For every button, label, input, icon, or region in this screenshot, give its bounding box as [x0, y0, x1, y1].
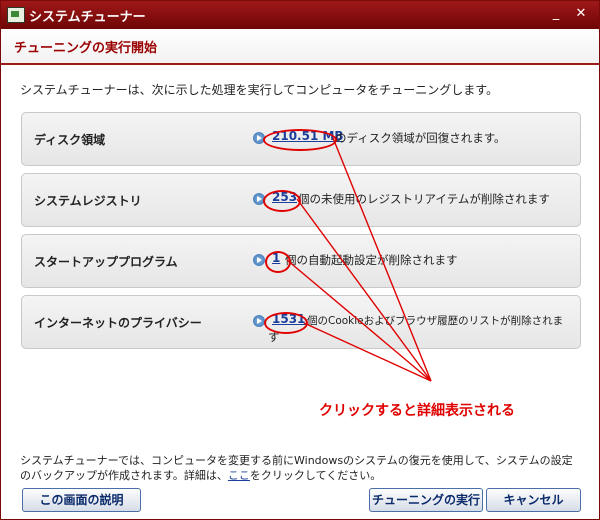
annotation-lines: [286, 137, 432, 382]
footer-note-line1: システムチューナーでは、コンピュータを変更する前にWindowsのシステムの復元…: [20, 454, 573, 467]
run-tuning-button[interactable]: チューニングの実行: [369, 488, 483, 512]
footer-note-prefix: のバックアップが作成されます。詳細は、: [20, 469, 228, 482]
footer-note-suffix: をクリックしてください。: [249, 469, 382, 482]
annotation-line: [296, 198, 432, 382]
help-button[interactable]: この画面の説明: [22, 488, 141, 512]
details-link[interactable]: ここ: [228, 469, 250, 482]
annotation-line: [286, 259, 432, 382]
tuner-window: システムチューナー _ ✕ チューニングの実行開始 システムチューナーは、次に示…: [0, 0, 600, 520]
cancel-button[interactable]: キャンセル: [486, 488, 581, 512]
annotation-line: [332, 137, 432, 382]
annotation-line: [303, 322, 432, 382]
footer-note: システムチューナーでは、コンピュータを変更する前にWindowsのシステムの復元…: [20, 453, 585, 483]
annotation-text: クリックすると詳細表示される: [319, 403, 515, 419]
footer-note-line2: のバックアップが作成されます。詳細は、ここをクリックしてください。: [20, 468, 585, 483]
